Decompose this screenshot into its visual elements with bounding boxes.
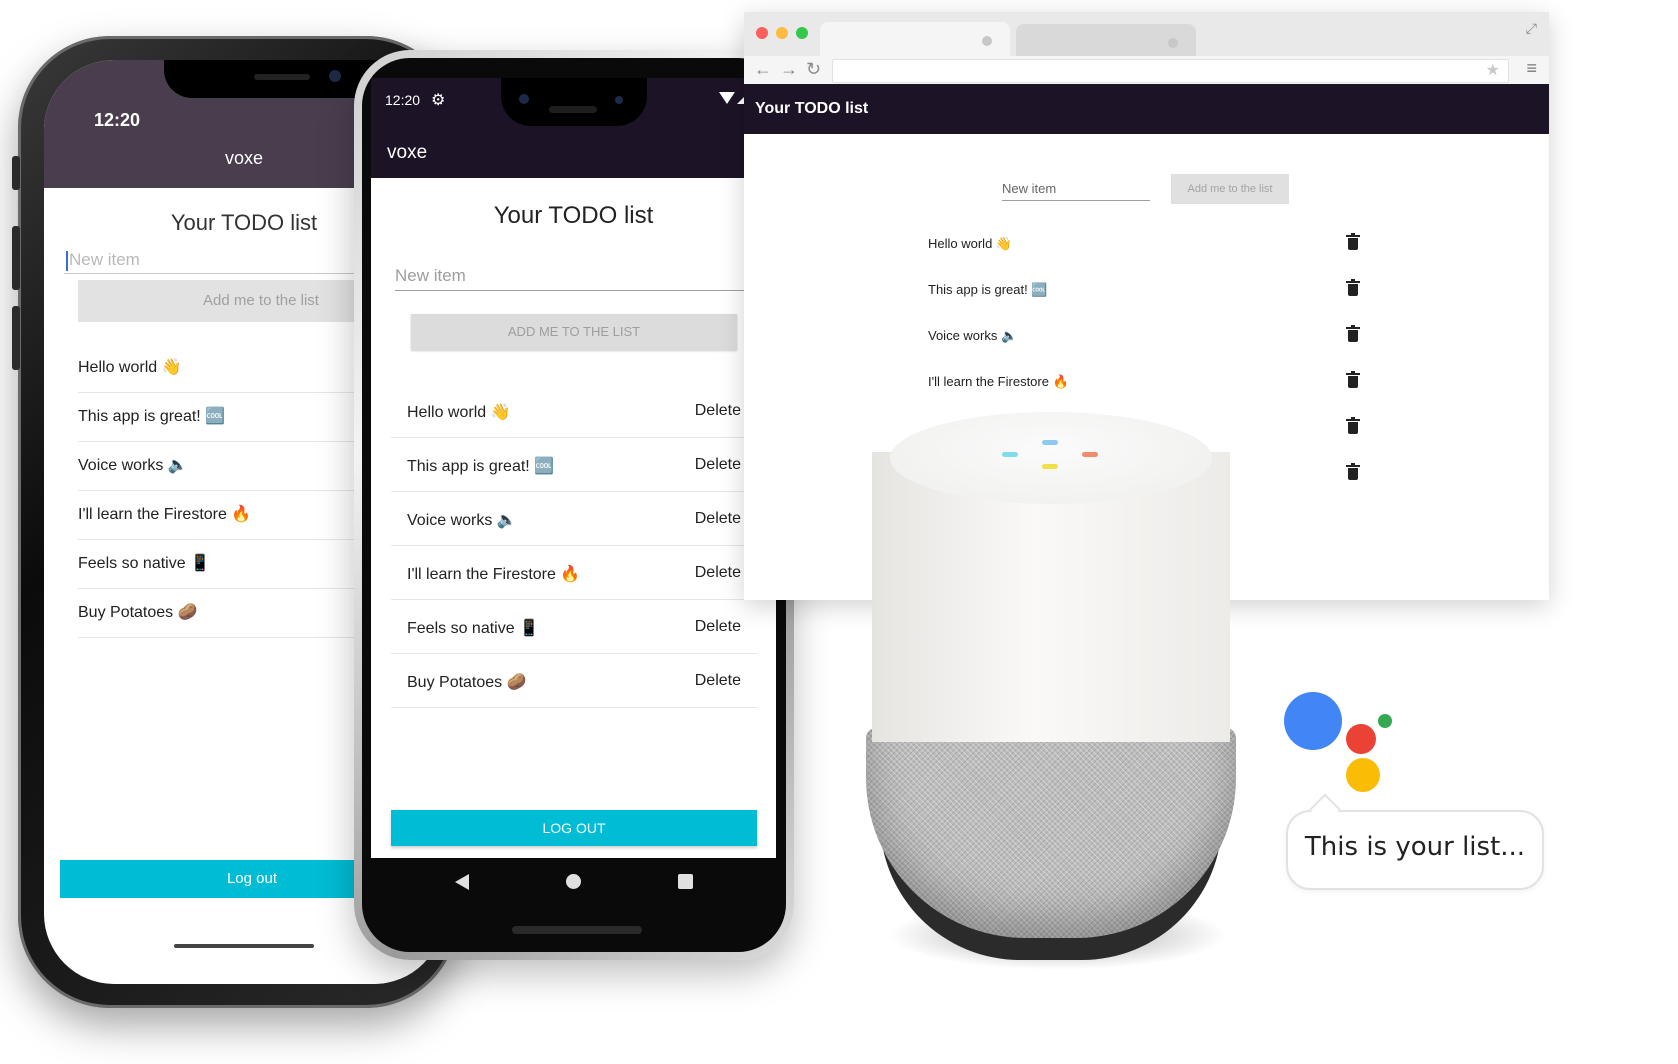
- todo-list: Hello world 👋 Delete This app is great! 🆒…: [391, 384, 757, 708]
- page-heading: Your TODO list: [493, 202, 654, 229]
- item-text: Voice works 🔈: [928, 328, 1018, 343]
- led-light: [1002, 452, 1018, 457]
- list-item: Voice works 🔈: [928, 318, 1360, 364]
- back-arrow-icon[interactable]: ←: [754, 59, 772, 80]
- delete-button[interactable]: Delete: [695, 456, 741, 474]
- volume-down-button: [12, 306, 20, 370]
- trash-icon[interactable]: [1346, 371, 1360, 388]
- assistant-blue-dot: [1284, 692, 1342, 750]
- assistant-yellow-dot: [1346, 758, 1380, 792]
- web-app-bar: Your TODO list: [744, 84, 1549, 134]
- bookmark-star-icon[interactable]: ★: [1486, 60, 1500, 80]
- browser-tab-active[interactable]: [820, 22, 1010, 58]
- trash-icon[interactable]: [1346, 325, 1360, 342]
- back-icon[interactable]: [455, 874, 469, 890]
- front-camera: [519, 94, 529, 104]
- assistant-red-dot: [1346, 724, 1376, 754]
- speaker-grille: [254, 74, 310, 80]
- add-item-button[interactable]: ADD ME TO THE LIST: [411, 314, 737, 350]
- forward-arrow-icon[interactable]: →: [780, 59, 798, 80]
- home-indicator[interactable]: [174, 944, 314, 948]
- speaker-grille: [549, 106, 597, 113]
- list-item: Hello world 👋: [928, 226, 1360, 272]
- list-item: Buy Potatoes 🥔 Delete: [391, 654, 757, 708]
- new-item-input[interactable]: New item: [1002, 178, 1150, 201]
- volume-up-button: [12, 226, 20, 290]
- led-light: [1042, 464, 1058, 469]
- recents-icon[interactable]: [678, 874, 693, 889]
- bottom-speaker-grille: [512, 926, 642, 934]
- new-item-input[interactable]: New item: [395, 262, 776, 291]
- android-device: 12:20 ⚙ voxe Your TODO list New item ADD…: [354, 50, 794, 960]
- item-text: I'll learn the Firestore 🔥: [407, 566, 581, 583]
- home-icon[interactable]: [566, 874, 581, 889]
- trash-icon[interactable]: [1346, 233, 1360, 250]
- add-item-button[interactable]: Add me to the list: [1171, 174, 1289, 204]
- delete-button[interactable]: Delete: [695, 510, 741, 528]
- led-light: [1082, 452, 1098, 457]
- android-app-bar: [371, 126, 776, 178]
- delete-button[interactable]: Delete: [695, 564, 741, 582]
- browser-tab[interactable]: [1016, 24, 1196, 58]
- front-sensor: [615, 96, 623, 104]
- fullscreen-icon[interactable]: ⤢: [1526, 20, 1537, 37]
- new-item-placeholder: New item: [69, 250, 140, 269]
- speaker-top: [890, 412, 1212, 504]
- trash-icon[interactable]: [1346, 463, 1360, 480]
- status-time: 12:20: [385, 92, 421, 108]
- trash-icon[interactable]: [1346, 417, 1360, 434]
- speech-bubble-text: This is your list...: [1304, 832, 1526, 862]
- android-nav-bar: [371, 858, 776, 906]
- assistant-logo: [1284, 692, 1404, 802]
- trash-icon[interactable]: [1346, 279, 1360, 296]
- item-text: This app is great! 🆒: [928, 282, 1048, 297]
- delete-button[interactable]: Delete: [695, 672, 741, 690]
- text-caret: [66, 250, 68, 271]
- maximize-window-icon[interactable]: [796, 27, 808, 39]
- menu-icon[interactable]: ≡: [1526, 58, 1537, 79]
- wifi-icon: [719, 92, 735, 104]
- item-text: Hello world 👋: [928, 236, 1013, 251]
- list-item: Feels so native 📱 Delete: [391, 600, 757, 654]
- app-title: voxe: [387, 142, 428, 163]
- list-item: Voice works 🔈 Delete: [391, 492, 757, 546]
- gear-icon: ⚙: [431, 92, 446, 109]
- close-tab-icon[interactable]: [1168, 38, 1178, 48]
- assistant-green-dot: [1378, 714, 1392, 728]
- address-bar[interactable]: ★: [832, 59, 1509, 83]
- item-text: Voice works 🔈: [407, 512, 517, 529]
- front-camera: [329, 70, 341, 82]
- item-text: Buy Potatoes 🥔: [407, 674, 527, 691]
- page-title: Your TODO list: [755, 100, 869, 117]
- delete-button[interactable]: Delete: [695, 402, 741, 420]
- reload-icon[interactable]: ↻: [806, 59, 821, 80]
- android-screen: 12:20 ⚙ voxe Your TODO list New item ADD…: [371, 78, 776, 858]
- android-notch: [501, 78, 647, 126]
- status-time: 12:20: [94, 110, 141, 130]
- list-item: This app is great! 🆒 Delete: [391, 438, 757, 492]
- item-text: I'll learn the Firestore 🔥: [928, 374, 1069, 389]
- item-text: Feels so native 📱: [407, 620, 539, 637]
- list-item: I'll learn the Firestore 🔥 Delete: [391, 546, 757, 600]
- list-item: Hello world 👋 Delete: [391, 384, 757, 438]
- list-item: This app is great! 🆒: [928, 272, 1360, 318]
- item-text: This app is great! 🆒: [407, 458, 555, 475]
- list-item: I'll learn the Firestore 🔥: [928, 364, 1360, 410]
- led-light: [1042, 440, 1058, 445]
- delete-button[interactable]: Delete: [695, 618, 741, 636]
- close-window-icon[interactable]: [756, 27, 768, 39]
- close-tab-icon[interactable]: [982, 36, 992, 46]
- mute-switch: [12, 156, 20, 190]
- minimize-window-icon[interactable]: [776, 27, 788, 39]
- logout-button[interactable]: LOG OUT: [391, 810, 757, 846]
- browser-toolbar: ← → ↻ ★ ≡: [744, 56, 1549, 84]
- android-bezel: 12:20 ⚙ voxe Your TODO list New item ADD…: [362, 58, 786, 952]
- item-text: Hello world 👋: [407, 404, 511, 421]
